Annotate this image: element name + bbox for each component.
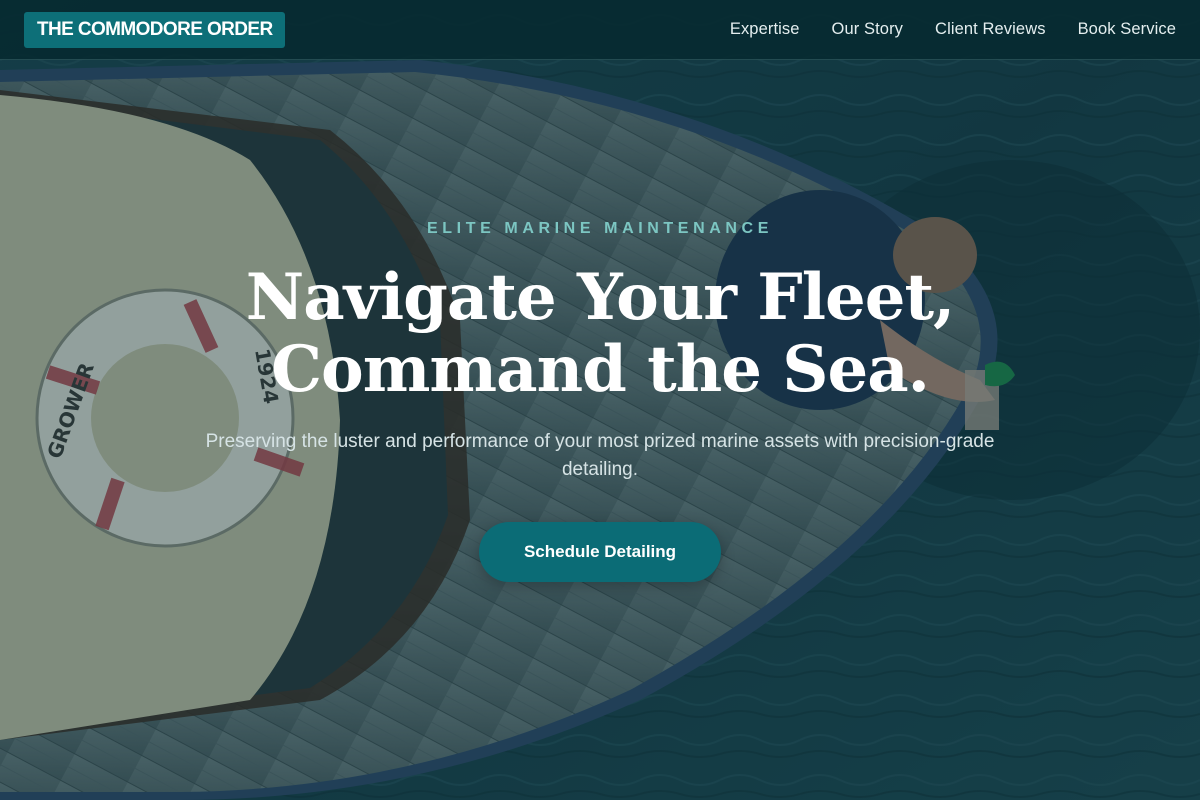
nav-link-book-service[interactable]: Book Service [1078, 20, 1176, 39]
brand-logo[interactable]: THE COMMODORE ORDER [24, 11, 285, 48]
nav-link-expertise[interactable]: Expertise [730, 20, 800, 39]
nav-link-our-story[interactable]: Our Story [832, 20, 904, 39]
hero-headline-line-2: Command the Sea. [271, 332, 930, 407]
nav-link-client-reviews[interactable]: Client Reviews [935, 20, 1046, 39]
hero-headline: Navigate Your Fleet, Command the Sea. [0, 262, 1200, 406]
hero-content: ELITE MARINE MAINTENANCE Navigate Your F… [0, 0, 1200, 800]
hero-eyebrow: ELITE MARINE MAINTENANCE [427, 220, 773, 237]
nav-links: Expertise Our Story Client Reviews Book … [730, 20, 1176, 39]
top-navigation: THE COMMODORE ORDER Expertise Our Story … [0, 0, 1200, 60]
hero-headline-line-1: Navigate Your Fleet, [245, 260, 956, 335]
schedule-detailing-button[interactable]: Schedule Detailing [479, 522, 721, 582]
hero-subtitle: Preserving the luster and performance of… [205, 431, 995, 480]
